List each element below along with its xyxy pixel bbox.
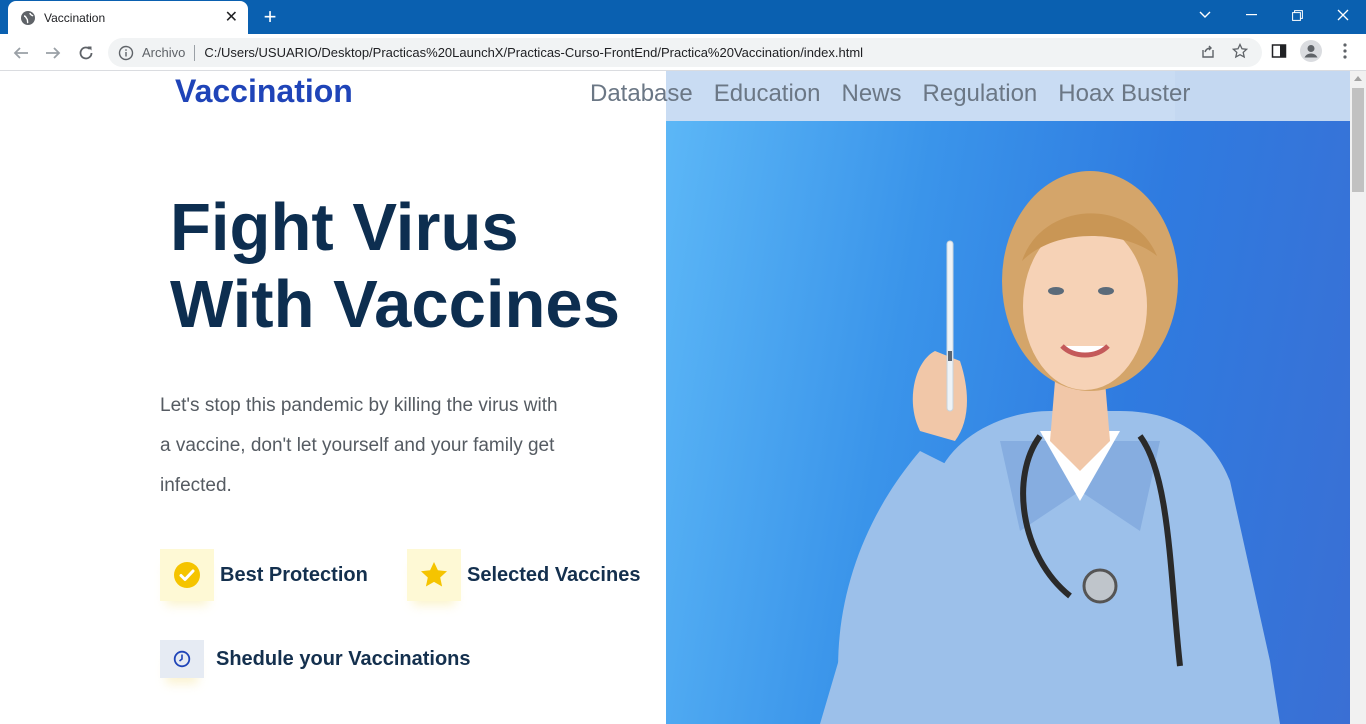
browser-toolbar: Archivo C:/Users/USUARIO/Desktop/Practic…: [0, 34, 1366, 71]
reload-icon[interactable]: [75, 42, 97, 64]
feature-best-protection: Best Protection: [160, 549, 368, 601]
nav-database[interactable]: Database: [590, 80, 693, 108]
url-text[interactable]: C:/Users/USUARIO/Desktop/Practicas%20Lau…: [204, 45, 863, 60]
star-icon: [407, 549, 461, 601]
tab-close-icon[interactable]: ✕: [225, 9, 238, 26]
back-arrow-icon[interactable]: [10, 42, 32, 64]
close-window-icon[interactable]: [1320, 0, 1366, 30]
new-tab-button[interactable]: +: [258, 6, 282, 28]
hero-lead-text: Let's stop this pandemic by killing the …: [160, 395, 558, 496]
side-panel-icon[interactable]: [1268, 40, 1290, 62]
profile-avatar-icon[interactable]: [1300, 40, 1322, 62]
tab-search-icon[interactable]: [1182, 0, 1228, 30]
nav-news[interactable]: News: [842, 80, 902, 108]
feature-selected-vaccines: Selected Vaccines: [407, 549, 640, 601]
feature-label: Shedule your Vaccinations: [216, 647, 471, 670]
info-icon[interactable]: [118, 45, 134, 61]
headline-line-1: Fight Virus: [170, 190, 519, 265]
browser-tab[interactable]: Vaccination ✕: [8, 1, 248, 34]
nav-regulation[interactable]: Regulation: [923, 80, 1038, 108]
forward-arrow-icon[interactable]: [42, 42, 64, 64]
feature-label: Selected Vaccines: [467, 563, 641, 586]
omnibox-separator: [194, 44, 196, 61]
nav-education[interactable]: Education: [714, 80, 821, 108]
check-circle-icon: [160, 549, 214, 601]
clock-icon: [160, 640, 204, 678]
bookmark-star-icon[interactable]: [1229, 40, 1251, 62]
browser-titlebar: Vaccination ✕ +: [0, 0, 1366, 34]
scrollbar-thumb[interactable]: [1352, 88, 1364, 192]
menu-dots-icon[interactable]: [1334, 40, 1356, 62]
site-logo[interactable]: Vaccination: [175, 73, 353, 110]
page-viewport: Vaccination Database Education News Regu…: [0, 71, 1366, 724]
nav-hoax-buster[interactable]: Hoax Buster: [1058, 80, 1190, 108]
restore-icon[interactable]: [1274, 0, 1320, 30]
file-scheme-label: Archivo: [142, 45, 186, 60]
headline-line-2: With Vaccines: [170, 267, 620, 342]
globe-icon: [20, 10, 36, 26]
page-scrollbar[interactable]: [1350, 71, 1366, 724]
share-icon[interactable]: [1197, 40, 1219, 62]
minimize-icon[interactable]: [1228, 0, 1274, 30]
hero-headline: Fight Virus With Vaccines: [170, 189, 620, 343]
scroll-up-arrow-icon[interactable]: [1354, 76, 1362, 81]
tab-title: Vaccination: [44, 10, 106, 25]
nurse-with-syringe-illustration: [820, 171, 1280, 724]
feature-schedule-vaccinations[interactable]: Shedule your Vaccinations: [160, 640, 471, 678]
feature-label: Best Protection: [220, 563, 368, 586]
address-bar[interactable]: Archivo C:/Users/USUARIO/Desktop/Practic…: [108, 38, 1262, 67]
main-nav: Database Education News Regulation Hoax …: [590, 80, 1211, 108]
